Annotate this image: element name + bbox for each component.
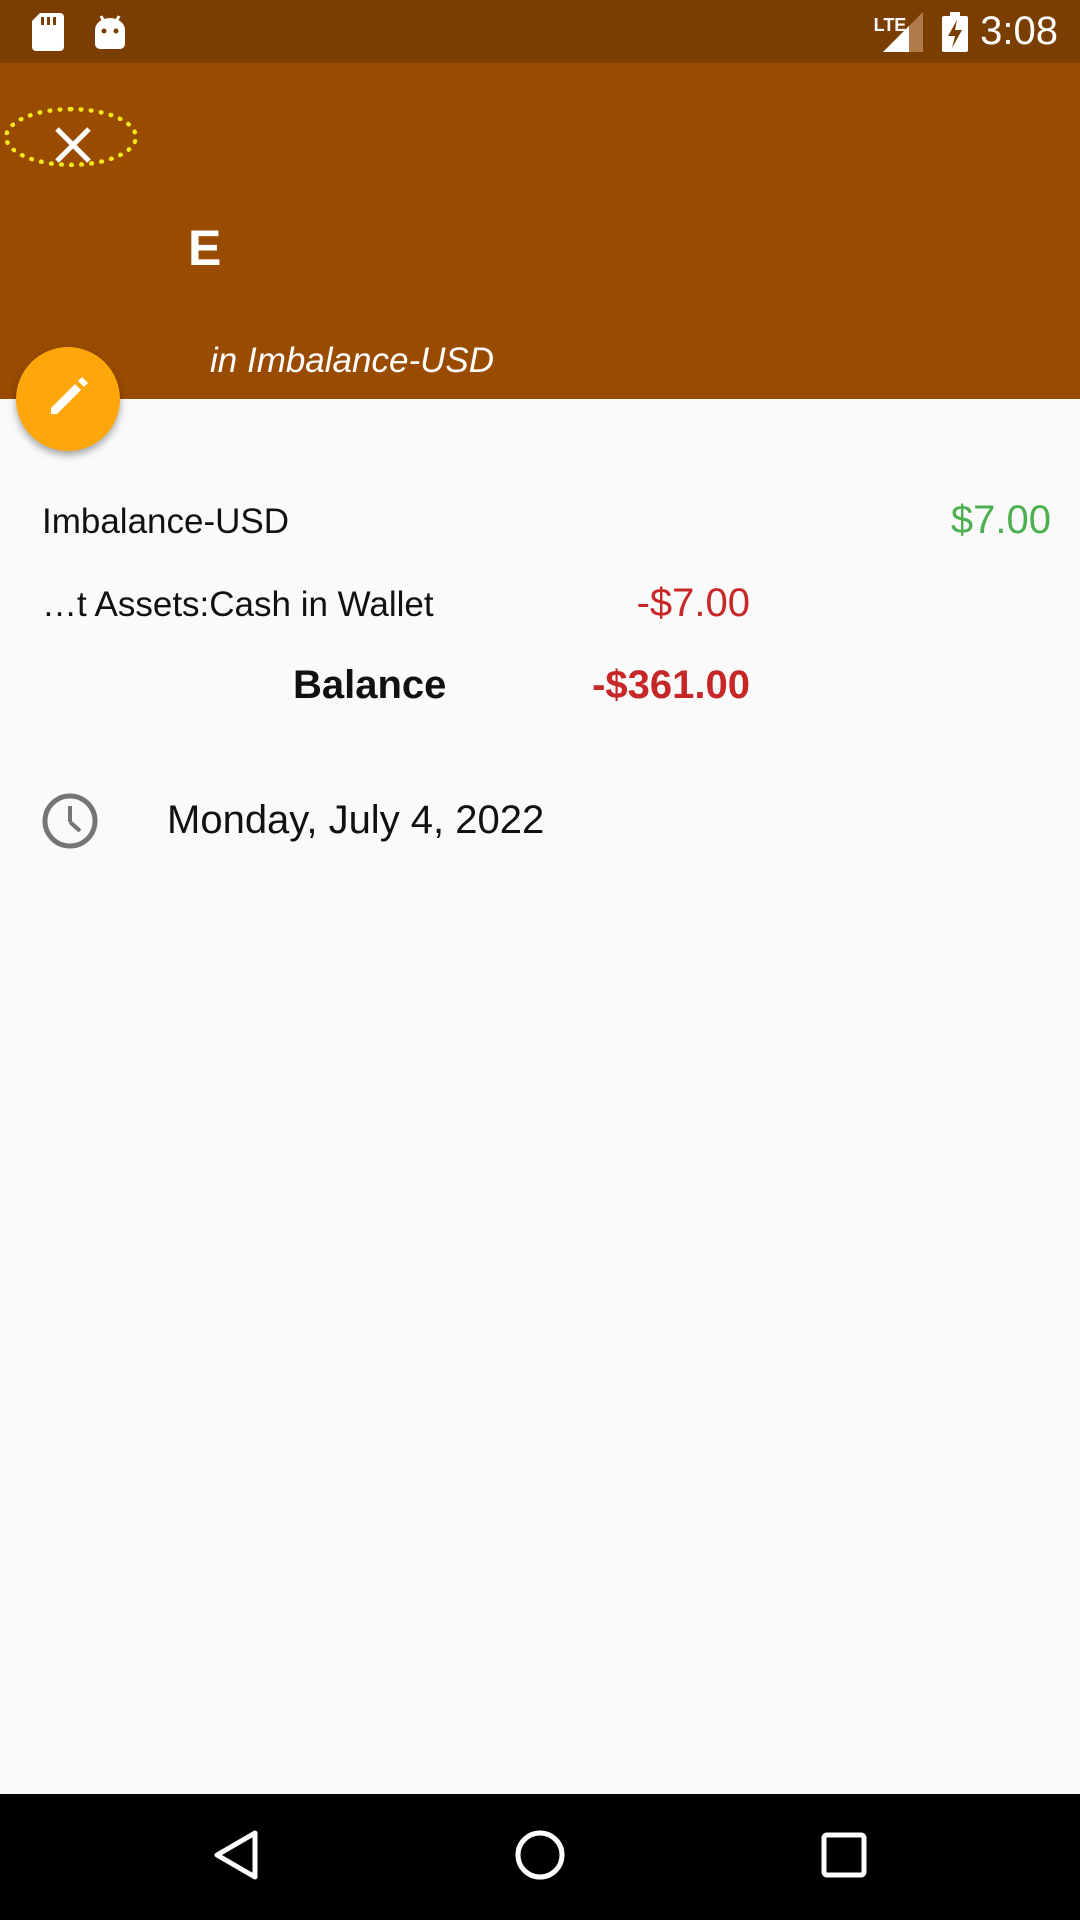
close-icon [53, 125, 93, 170]
split-row: …t Assets:Cash in Wallet -$7.00 [0, 581, 1080, 641]
balance-amount: -$361.00 [592, 663, 750, 707]
recents-button[interactable] [781, 1794, 907, 1920]
balance-label: Balance [293, 663, 447, 707]
edit-transaction-button[interactable] [16, 347, 120, 451]
sd-card-icon [30, 0, 66, 63]
split-account: …t Assets:Cash in Wallet [42, 585, 434, 624]
close-button[interactable] [0, 100, 145, 194]
pencil-icon [45, 374, 91, 425]
navigation-bar [0, 1794, 1080, 1920]
back-icon [213, 1829, 259, 1886]
split-amount: $7.00 [950, 498, 1051, 542]
app-bar: E in Imbalance-USD [0, 63, 1080, 399]
battery-charging-icon [940, 0, 970, 63]
home-icon [514, 1829, 566, 1886]
split-row: Imbalance-USD $7.00 [0, 498, 1080, 558]
signal-icon [882, 0, 924, 63]
transaction-title: E [188, 220, 222, 276]
clock-icon [42, 793, 98, 854]
date-row: Monday, July 4, 2022 [0, 790, 1080, 850]
split-account: Imbalance-USD [42, 502, 290, 541]
recents-icon [820, 1831, 868, 1884]
home-button[interactable] [477, 1794, 603, 1920]
back-button[interactable] [173, 1794, 299, 1920]
transaction-subtitle: in Imbalance-USD [210, 341, 494, 380]
split-amount: -$7.00 [636, 581, 750, 625]
status-time: 3:08 [980, 9, 1058, 53]
status-bar: LTE 3:08 [0, 0, 1080, 63]
android-icon [92, 0, 128, 63]
transaction-date: Monday, July 4, 2022 [167, 798, 545, 842]
